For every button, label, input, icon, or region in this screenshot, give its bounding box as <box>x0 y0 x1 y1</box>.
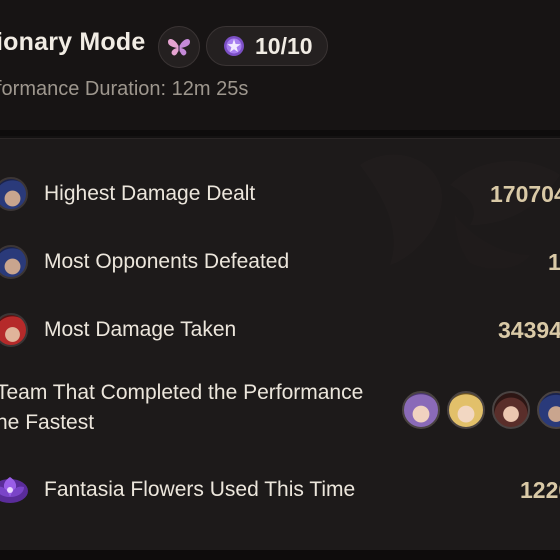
navia-avatar-icon <box>447 391 485 429</box>
butterfly-icon <box>168 39 190 56</box>
progress-pill[interactable]: 10/10 <box>206 26 328 66</box>
stat-label: Fantasia Flowers Used This Time <box>44 478 356 501</box>
progress-text: 10/10 <box>255 32 313 59</box>
bottom-strip <box>0 550 560 560</box>
header: ionary Mode 10/10 formance Duration: 12m… <box>0 0 560 130</box>
stat-label-line2: he Fastest <box>0 411 95 434</box>
mask-watermark-icon <box>360 154 560 269</box>
stat-label: Most Opponents Defeated <box>44 250 290 273</box>
purple-star-icon <box>224 36 244 56</box>
stats-panel: Highest Damage Dealt 170704 Most Opponen… <box>0 138 560 551</box>
keqing-avatar-icon <box>402 391 440 429</box>
butterfly-badge[interactable] <box>158 26 200 68</box>
stat-value: 1220 <box>520 477 560 503</box>
performance-duration: formance Duration: 12m 25s <box>0 78 249 100</box>
stat-label-line1: Team That Completed the Performance <box>0 381 364 404</box>
stat-label: Most Damage Taken <box>44 318 237 341</box>
character-avatar-blue-hair-icon <box>0 177 28 211</box>
blue-hair-avatar-icon <box>537 391 560 429</box>
mode-title: ionary Mode <box>0 28 146 56</box>
fantasia-flower-icon <box>0 477 28 503</box>
hutao-avatar-icon <box>492 391 530 429</box>
stat-value: 1 <box>548 249 560 275</box>
stat-value: 34394 <box>498 317 560 343</box>
stat-label: Highest Damage Dealt <box>44 182 256 205</box>
character-avatar-red-hair-icon <box>0 313 28 347</box>
character-avatar-blue-hair-icon <box>0 245 28 279</box>
divider <box>0 130 560 136</box>
stat-value: 170704 <box>490 181 560 207</box>
